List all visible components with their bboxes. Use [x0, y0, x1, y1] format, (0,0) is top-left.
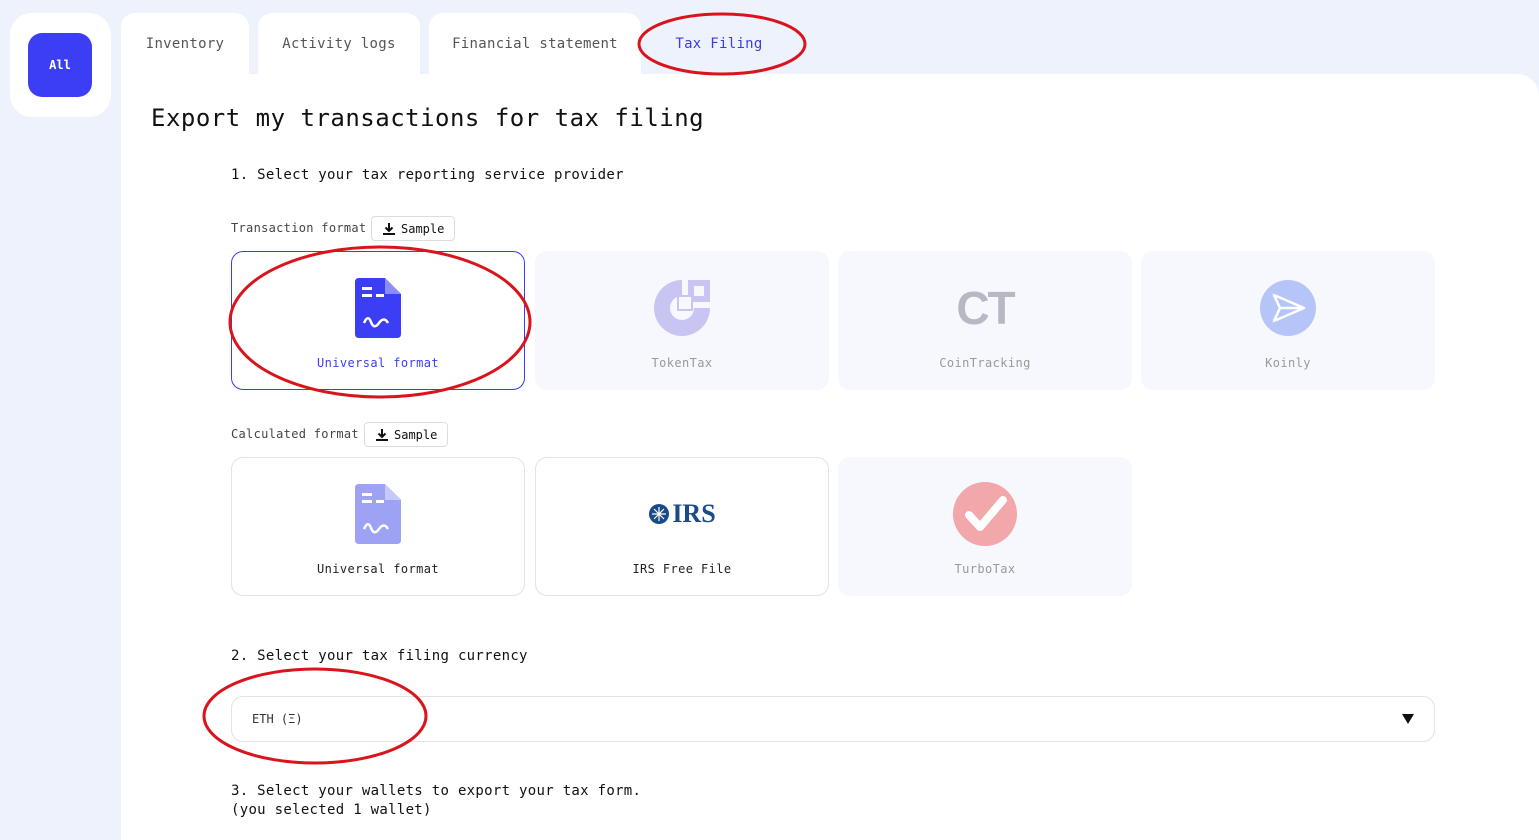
calculated-format-label: Calculated format	[231, 427, 359, 441]
card-universal-format-calculated[interactable]: Universal format	[231, 457, 525, 596]
wallet-selection-count: (you selected 1 wallet)	[231, 802, 432, 818]
card-label: CoinTracking	[939, 356, 1031, 370]
transaction-sample-button[interactable]: Sample	[371, 216, 456, 241]
calculated-sample-button[interactable]: Sample	[364, 422, 449, 447]
cointracking-logo: CT	[956, 282, 1015, 334]
step-2-heading: 2. Select your tax filing currency	[231, 648, 528, 664]
turbotax-logo	[953, 482, 1017, 546]
irs-logo: IRS	[648, 482, 716, 546]
download-icon	[383, 222, 395, 235]
transaction-format-label: Transaction format	[231, 221, 367, 235]
card-koinly[interactable]: Koinly	[1141, 251, 1435, 390]
card-label: Universal format	[317, 562, 439, 576]
card-universal-format-transaction[interactable]: Universal format	[231, 251, 525, 390]
sample-label: Sample	[401, 221, 445, 236]
tab-inventory[interactable]: Inventory	[121, 13, 249, 75]
card-irs-free-file[interactable]: IRS IRS Free File	[535, 457, 829, 596]
card-tokentax[interactable]: TokenTax	[535, 251, 829, 390]
card-label: Koinly	[1265, 356, 1311, 370]
tab-financial-statement[interactable]: Financial statement	[429, 13, 641, 75]
card-cointracking[interactable]: CT CoinTracking	[838, 251, 1132, 390]
step-1-heading: 1. Select your tax reporting service pro…	[231, 167, 624, 183]
currency-select[interactable]: ETH (Ξ)	[231, 696, 1435, 742]
card-label: IRS Free File	[632, 562, 732, 576]
sample-label: Sample	[394, 427, 438, 442]
tokentax-logo	[650, 276, 714, 340]
step-3-heading: 3. Select your wallets to export your ta…	[231, 783, 642, 799]
currency-value: ETH (Ξ)	[252, 712, 303, 726]
card-label: Universal format	[317, 356, 439, 370]
dropdown-arrow-icon	[1402, 714, 1414, 724]
page-title: Export my transactions for tax filing	[151, 104, 705, 132]
document-signature-icon	[355, 482, 401, 546]
card-turbotax[interactable]: TurboTax	[838, 457, 1132, 596]
all-button[interactable]: All	[28, 33, 92, 97]
tab-tax-filing[interactable]: Tax Filing	[650, 13, 788, 75]
card-label: TurboTax	[954, 562, 1016, 576]
tab-activity-logs[interactable]: Activity logs	[258, 13, 420, 75]
download-icon	[376, 428, 388, 441]
card-label: TokenTax	[651, 356, 713, 370]
koinly-logo	[1259, 276, 1317, 340]
document-signature-icon	[355, 276, 401, 340]
